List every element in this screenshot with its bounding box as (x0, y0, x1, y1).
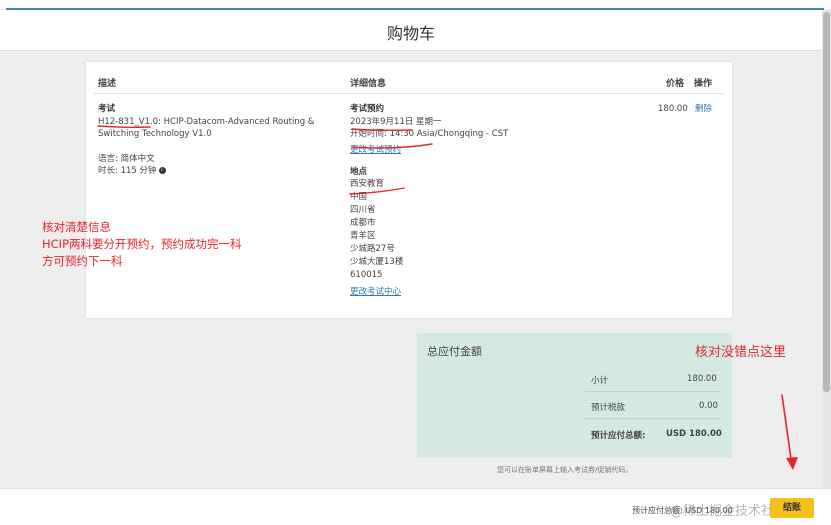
underline-mark-date (351, 128, 413, 132)
underline-mark-time (351, 143, 433, 149)
underline-mark-exam-code (97, 125, 151, 129)
arrow-head (786, 457, 798, 470)
underline-mark-location (349, 187, 405, 195)
arrow-shaft (781, 394, 793, 467)
annotation-marks (97, 125, 798, 470)
